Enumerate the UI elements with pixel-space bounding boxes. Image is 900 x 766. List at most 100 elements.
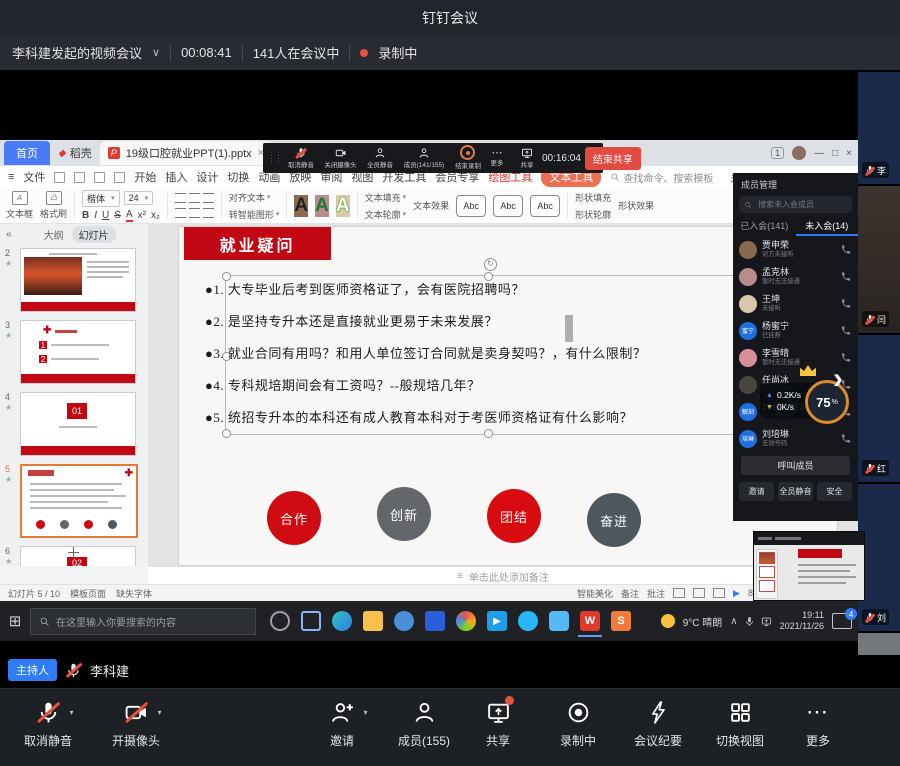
align-text-menu[interactable]: 对齐文本 ▾ bbox=[229, 191, 271, 204]
caret-icon[interactable]: ▾ bbox=[363, 708, 367, 717]
invite-button[interactable]: 邀请 bbox=[739, 482, 774, 501]
strike-button[interactable]: S bbox=[114, 210, 121, 221]
list-style-buttons[interactable] bbox=[175, 193, 214, 203]
text-style-preset-1[interactable]: Abc bbox=[456, 195, 486, 217]
text-outline-menu[interactable]: 文本轮廓 ▾ bbox=[365, 208, 407, 221]
rotate-handle[interactable]: ↻ bbox=[484, 258, 497, 271]
app-icon-player[interactable]: ▶ bbox=[487, 611, 507, 631]
undo-icon[interactable] bbox=[94, 172, 105, 183]
wps-account-avatar[interactable] bbox=[792, 146, 806, 160]
tray-mic-icon[interactable] bbox=[744, 616, 755, 627]
start-button[interactable]: ⊞ bbox=[0, 612, 30, 630]
italic-button[interactable]: I bbox=[94, 210, 97, 221]
missing-font-label[interactable]: 缺失字体 bbox=[116, 587, 152, 600]
task-view-icon[interactable] bbox=[301, 611, 321, 631]
beautify-button[interactable]: 智能美化 bbox=[577, 587, 613, 600]
redo-icon[interactable] bbox=[114, 172, 125, 183]
font-size-select[interactable]: 24 ▾ bbox=[124, 191, 154, 205]
float-more-button[interactable]: ⋯ 更多 bbox=[486, 149, 508, 168]
panel-expand-arrow-icon[interactable]: › bbox=[833, 362, 843, 396]
invite-button[interactable]: ▾ 邀请 bbox=[302, 699, 382, 749]
recording-button[interactable]: 录制中 bbox=[538, 699, 618, 749]
app-icon-chat[interactable] bbox=[549, 611, 569, 631]
bold-button[interactable]: B bbox=[82, 210, 89, 221]
app-icon-qq[interactable] bbox=[518, 611, 538, 631]
slides-tab[interactable]: 幻灯片 bbox=[72, 226, 116, 243]
taskbar-clock[interactable]: 19:11 2021/11/26 bbox=[780, 610, 824, 632]
app-icon-s[interactable]: S bbox=[611, 611, 631, 631]
ribbon-tab-transition[interactable]: 切换 bbox=[227, 169, 249, 185]
phone-icon[interactable] bbox=[840, 325, 852, 336]
font-family-select[interactable]: 楷体 ▾ bbox=[82, 190, 120, 207]
view-reading-icon[interactable] bbox=[713, 588, 725, 598]
print-icon[interactable] bbox=[74, 172, 85, 183]
member-row[interactable]: 孟克林 暂时无法接通 bbox=[733, 263, 858, 290]
phone-icon[interactable] bbox=[840, 244, 852, 255]
note-button[interactable]: 备注 bbox=[621, 587, 639, 600]
play-slideshow-icon[interactable]: ▶ bbox=[733, 588, 740, 599]
participant-video-tile[interactable]: 李 bbox=[858, 72, 900, 184]
slide-thumb-5-selected[interactable]: 5 ★ ✚ bbox=[20, 464, 142, 538]
meeting-minutes-button[interactable]: 会议纪要 bbox=[618, 699, 698, 749]
tray-network-icon[interactable] bbox=[761, 616, 772, 627]
call-members-button[interactable]: 呼叫成员 bbox=[741, 456, 850, 475]
unmute-button[interactable]: ▾ 取消静音 bbox=[8, 699, 88, 749]
cortana-icon[interactable] bbox=[270, 611, 290, 631]
ribbon-search[interactable]: 查找命令、搜索模板 bbox=[610, 170, 713, 185]
close-icon[interactable]: × bbox=[846, 148, 852, 159]
float-camera-button[interactable]: 关闭摄像头 bbox=[319, 147, 362, 170]
member-search-box[interactable] bbox=[739, 196, 852, 213]
wordart-style-1[interactable]: A bbox=[294, 195, 308, 217]
app-icon-pinwheel[interactable] bbox=[456, 611, 476, 631]
outline-tab[interactable]: 大纲 bbox=[44, 227, 64, 242]
phone-icon[interactable] bbox=[840, 271, 852, 282]
hamburger-icon[interactable]: ≡ bbox=[8, 171, 14, 183]
wordart-style-2[interactable]: A bbox=[315, 195, 329, 217]
chevron-down-icon[interactable]: ∨ bbox=[152, 46, 160, 59]
minimize-icon[interactable]: — bbox=[814, 148, 824, 159]
security-button[interactable]: 安全 bbox=[817, 482, 852, 501]
notes-bar[interactable]: ≡ 单击此处添加备注 bbox=[148, 566, 858, 585]
switch-view-button[interactable]: 切换视图 bbox=[700, 699, 780, 749]
float-unmute-button[interactable]: 取消静音 bbox=[283, 147, 319, 170]
wps-home-tab[interactable]: 首页 bbox=[4, 141, 50, 165]
view-sorter-icon[interactable] bbox=[693, 588, 705, 598]
slide-thumb-4[interactable]: 4 ★ 01 bbox=[20, 392, 142, 456]
file-explorer-icon[interactable] bbox=[363, 611, 383, 631]
edge-icon[interactable] bbox=[332, 611, 352, 631]
member-row[interactable]: 王坤 未接听 bbox=[733, 290, 858, 317]
wps-docer-tab[interactable]: ◆ 稻壳 bbox=[50, 141, 100, 165]
float-mute-all-button[interactable]: 全员静音 bbox=[362, 147, 398, 170]
float-share-button[interactable]: 共享 bbox=[516, 147, 538, 170]
member-row[interactable]: 贾申荣 对方未接听 bbox=[733, 236, 858, 263]
text-style-preset-2[interactable]: Abc bbox=[493, 195, 523, 217]
shape-outline-menu[interactable]: 形状轮廓 bbox=[575, 208, 611, 221]
text-style-preset-3[interactable]: Abc bbox=[530, 195, 560, 217]
share-preview-window[interactable] bbox=[753, 531, 865, 601]
view-normal-icon[interactable] bbox=[673, 588, 685, 598]
text-effect-menu[interactable]: 文本效果 bbox=[413, 199, 449, 212]
share-button[interactable]: 共享 bbox=[458, 699, 538, 749]
smartart-menu[interactable]: 转智能图形 ▾ bbox=[229, 208, 280, 221]
font-color-button[interactable]: A bbox=[126, 210, 133, 222]
format-painter-tool[interactable]: 凸 格式刷 bbox=[40, 191, 67, 220]
member-search-input[interactable] bbox=[756, 199, 846, 210]
tab-not-joined[interactable]: 未入会(14) bbox=[796, 217, 859, 236]
wordart-style-3[interactable]: A bbox=[336, 195, 350, 217]
tab-joined[interactable]: 已入会(141) bbox=[733, 217, 796, 236]
participant-video-tile[interactable] bbox=[858, 633, 900, 655]
wps-file-tab[interactable]: P 19级口腔就业PPT(1).pptx × bbox=[100, 141, 272, 165]
taskbar-search[interactable]: 在这里输入你要搜索的内容 bbox=[30, 608, 256, 635]
slide-thumb-3[interactable]: 3 ★ ✚ 1 2 bbox=[20, 320, 142, 384]
float-members-button[interactable]: 成员(141/155) bbox=[398, 147, 450, 170]
weather-label[interactable]: 9°C 晴朗 bbox=[683, 614, 723, 629]
more-button[interactable]: ⋯ 更多 bbox=[778, 699, 858, 749]
app-icon-dingtalk[interactable] bbox=[425, 611, 445, 631]
slide-bullet-list[interactable]: ●1. 大专毕业后考到医师资格证了，会有医院招聘吗？ ●2. 是坚持专升本还是直… bbox=[205, 279, 805, 439]
ribbon-tab-design[interactable]: 设计 bbox=[196, 169, 218, 185]
participant-video-tile[interactable]: 红 bbox=[858, 335, 900, 482]
textbox-tool[interactable]: A 文本框 bbox=[6, 191, 33, 220]
ribbon-tab-insert[interactable]: 插入 bbox=[165, 169, 187, 185]
member-row[interactable]: 培琳 刘培琳 无效号码 bbox=[733, 425, 858, 452]
comment-button[interactable]: 批注 bbox=[647, 587, 665, 600]
